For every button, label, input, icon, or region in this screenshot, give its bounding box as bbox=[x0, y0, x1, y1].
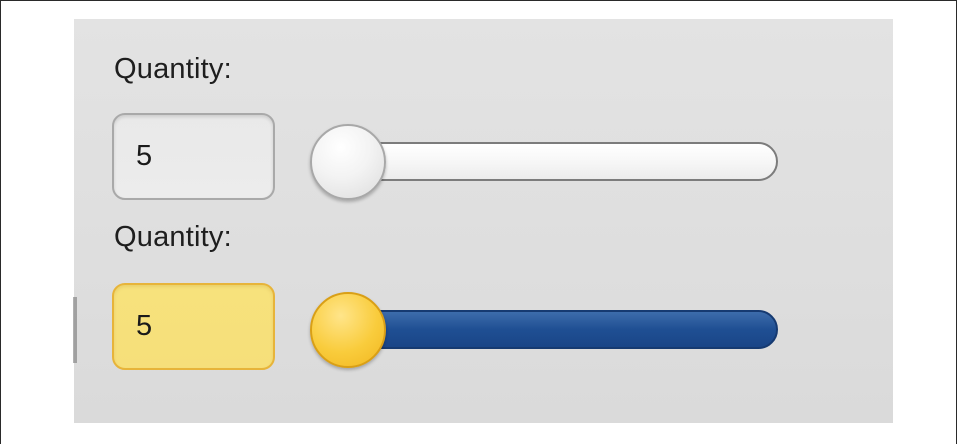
slider-track[interactable] bbox=[333, 142, 778, 181]
slider-track-active[interactable] bbox=[333, 310, 778, 349]
slider-thumb-active[interactable] bbox=[310, 292, 386, 368]
quantity-label-focused: Quantity: bbox=[114, 221, 232, 253]
quantity-label: Quantity: bbox=[114, 53, 232, 85]
quantity-slider[interactable] bbox=[306, 124, 780, 200]
panel-edge-divider bbox=[73, 297, 77, 363]
slider-thumb[interactable] bbox=[310, 124, 386, 200]
page: Quantity: Quantity: bbox=[0, 0, 957, 444]
quantity-input-focused[interactable] bbox=[112, 283, 275, 370]
quantity-slider-active[interactable] bbox=[306, 292, 780, 368]
quantity-input[interactable] bbox=[112, 113, 275, 200]
